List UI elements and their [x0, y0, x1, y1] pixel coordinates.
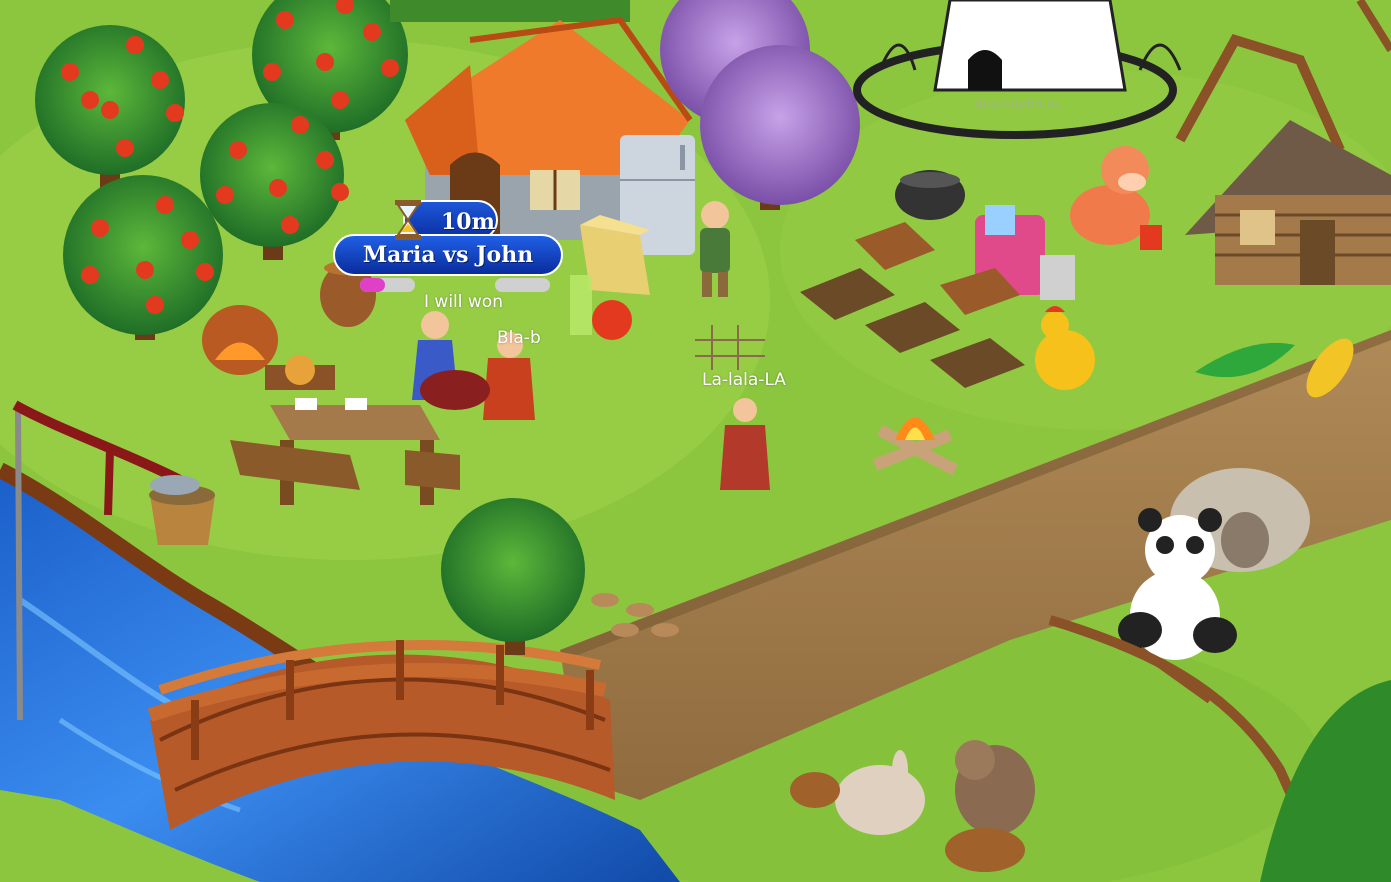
- cauldron[interactable]: [895, 170, 965, 220]
- score-bar-right: [495, 278, 550, 292]
- timer-text: 10m: [441, 209, 495, 235]
- game-scene: depositphotos: [0, 0, 1391, 882]
- bread-oven[interactable]: [202, 305, 278, 375]
- match-timer-badge[interactable]: 10m Maria vs John: [333, 198, 563, 278]
- chat-bubble-player1: I will won: [424, 292, 503, 312]
- hourglass-icon: [395, 200, 421, 240]
- checkers-board[interactable]: [420, 370, 490, 410]
- nut-basket-2[interactable]: [945, 828, 1025, 872]
- flower-bed: [390, 0, 630, 22]
- chat-bubble-player3: La-lala-LA: [702, 370, 786, 390]
- nut-basket-1[interactable]: [790, 772, 840, 808]
- match-title: Maria vs John: [362, 242, 534, 268]
- score-bar-left: [360, 278, 415, 292]
- watermark-text: depositphotos: [975, 97, 1060, 111]
- chat-bubble-player2: Bla-b: [497, 328, 541, 348]
